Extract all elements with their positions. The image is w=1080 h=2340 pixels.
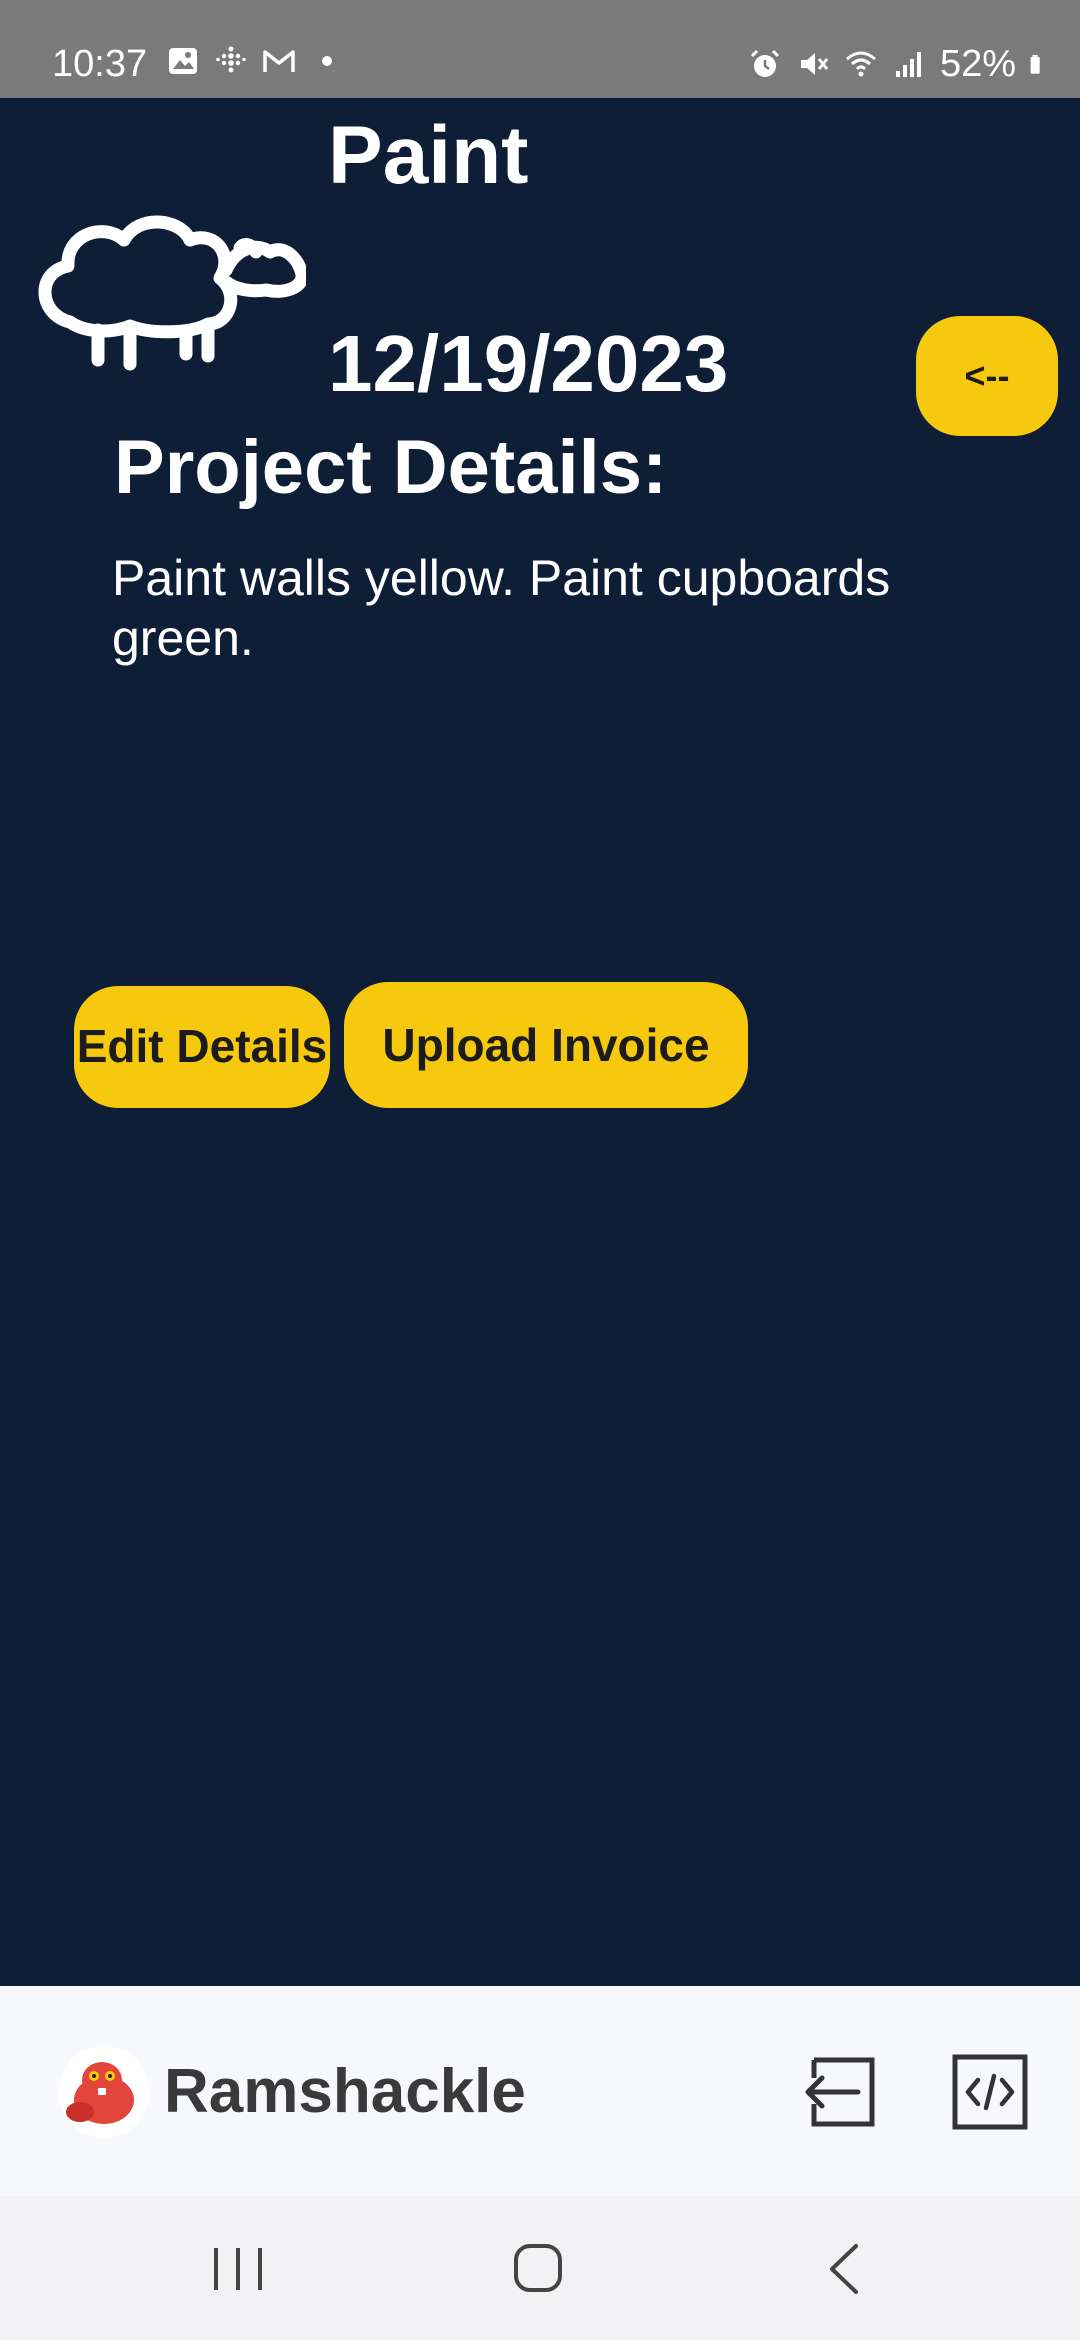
app-logo <box>58 2046 150 2138</box>
project-title: Paint <box>328 110 529 201</box>
details-text: Paint walls yellow. Paint cupboards gree… <box>112 550 891 666</box>
sheep-logo-icon <box>38 215 306 371</box>
mute-icon <box>800 53 829 75</box>
code-icon[interactable] <box>950 2052 1030 2132</box>
back-nav-icon[interactable] <box>826 2242 862 2296</box>
home-icon[interactable] <box>512 2242 564 2294</box>
project-detail-screen: Paint 12/19/2023 <-- Project Details: Pa… <box>0 98 1080 1986</box>
status-bar: 10:37 52% <box>0 0 1080 98</box>
edit-details-label: Edit Details <box>76 1020 328 1072</box>
project-date: 12/19/2023 <box>328 319 729 408</box>
navigation-bar <box>0 2196 1080 2340</box>
gmail-icon <box>263 50 295 72</box>
app-name: Ramshackle <box>164 2057 526 2126</box>
image-icon <box>169 48 197 74</box>
exit-icon[interactable] <box>800 2052 880 2132</box>
alarm-icon <box>750 49 779 77</box>
beaver-icon <box>66 2062 134 2124</box>
status-time: 10:37 <box>52 43 148 85</box>
recent-apps-icon[interactable] <box>210 2244 266 2294</box>
edit-details-button[interactable]: Edit Details <box>74 986 330 1108</box>
upload-invoice-button[interactable]: Upload Invoice <box>344 982 748 1108</box>
battery-icon <box>1030 54 1040 74</box>
battery-percent: 52% <box>939 43 1016 85</box>
back-button[interactable]: <-- <box>916 316 1058 436</box>
app-bar: Ramshackle <box>0 1986 1080 2196</box>
dot-icon <box>322 56 332 66</box>
fitbit-icon <box>216 46 246 73</box>
wifi-icon <box>845 51 876 77</box>
status-right-icons: 52% <box>748 40 1052 88</box>
signal-icon <box>895 52 921 77</box>
details-heading: Project Details: <box>114 425 668 510</box>
status-left-icons <box>166 44 344 78</box>
